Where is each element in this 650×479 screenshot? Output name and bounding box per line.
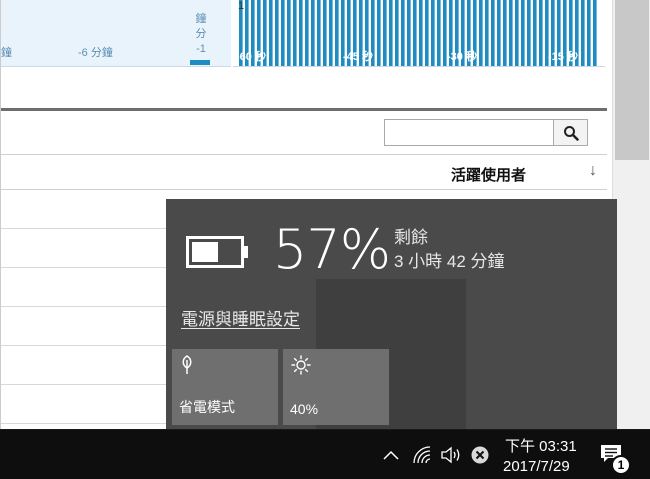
second-bar — [593, 0, 597, 66]
volume-button[interactable] — [440, 444, 462, 466]
second-bar — [317, 0, 321, 66]
clock-time[interactable]: 下午 03:31 — [505, 435, 577, 456]
second-bar — [491, 0, 495, 66]
second-bar — [515, 0, 519, 66]
second-bar — [533, 0, 537, 66]
brightness-label: 40% — [290, 401, 319, 417]
second-bar — [431, 0, 435, 66]
axis-label-minus-6-minutes: -6 分鐘 — [78, 47, 113, 59]
current-minute-bar — [190, 60, 210, 65]
axis-label-45s: -45 秒 — [343, 51, 373, 63]
second-bar — [329, 0, 333, 66]
network-button[interactable] — [412, 444, 432, 466]
second-bar — [335, 0, 339, 66]
wifi-icon — [413, 446, 431, 464]
second-bar — [293, 0, 297, 66]
second-bar — [305, 0, 309, 66]
axis-max-label: 1 — [238, 0, 245, 12]
second-bar — [407, 0, 411, 66]
leaf-icon — [182, 355, 192, 374]
timeline-chart-seconds: 1 -60 秒 -45 秒 -30 秒 -15 秒 — [233, 0, 605, 67]
second-bar — [401, 0, 405, 66]
table-search-input[interactable] — [384, 119, 554, 146]
second-bar — [395, 0, 399, 66]
second-bar — [389, 0, 393, 66]
scrollbar-thumb[interactable] — [615, 0, 649, 160]
second-bar — [539, 0, 543, 66]
battery-icon — [186, 236, 248, 268]
second-bar — [479, 0, 483, 66]
second-bar — [527, 0, 531, 66]
second-bar — [581, 0, 585, 66]
second-bar — [419, 0, 423, 66]
second-bar — [587, 0, 591, 66]
second-bar — [383, 0, 387, 66]
remaining-label: 剩餘 — [394, 228, 428, 247]
second-bar — [323, 0, 327, 66]
battery-status-button[interactable] — [470, 444, 490, 466]
second-bar — [485, 0, 489, 66]
second-bar — [521, 0, 525, 66]
axis-label-60s: -60 秒 — [236, 51, 266, 63]
axis-label-15s: -15 秒 — [548, 51, 578, 63]
second-bar — [287, 0, 291, 66]
brightness-icon — [291, 355, 311, 375]
second-bar — [437, 0, 441, 66]
second-bar — [497, 0, 501, 66]
battery-saver-tile[interactable]: 省電模式 — [172, 349, 278, 425]
page-scrollbar[interactable] — [612, 0, 650, 429]
second-bar — [269, 0, 273, 66]
remaining-time: 3 小時 42 分鐘 — [394, 252, 505, 271]
second-bar — [413, 0, 417, 66]
timeline-chart-minutes: 鐘 -6 分鐘 鐘分 -1 — [1, 0, 231, 67]
battery-error-icon — [471, 446, 489, 464]
table-toolbar — [1, 111, 607, 155]
search-button[interactable] — [553, 119, 588, 146]
battery-saver-label: 省電模式 — [179, 399, 235, 415]
column-header-active-users[interactable]: 活躍使用者 — [451, 164, 526, 185]
sort-descending-icon[interactable]: ↓ — [589, 162, 597, 180]
second-bar — [425, 0, 429, 66]
volume-icon — [441, 446, 460, 464]
brightness-tile[interactable]: 40% — [283, 349, 389, 425]
second-bar — [275, 0, 279, 66]
power-sleep-settings-link[interactable]: 電源與睡眠設定 — [181, 305, 300, 330]
second-bar — [509, 0, 513, 66]
taskbar: 下午 03:31 2017/7/29 1 — [0, 429, 650, 479]
notification-count-badge: 1 — [611, 455, 631, 475]
second-bar — [311, 0, 315, 66]
axis-label-minutes-partial: 鐘 — [1, 47, 12, 59]
second-bar — [503, 0, 507, 66]
axis-label-30s: -30 秒 — [447, 51, 477, 63]
chevron-up-icon — [383, 450, 399, 460]
second-bar — [377, 0, 381, 66]
battery-percentage: 57% — [273, 218, 391, 281]
search-icon — [563, 125, 579, 141]
clock-date[interactable]: 2017/7/29 — [503, 458, 570, 475]
table-header: 活躍使用者 ↓ — [1, 155, 607, 190]
second-bar — [281, 0, 285, 66]
battery-flyout: 57% 剩餘 3 小時 42 分鐘 電源與睡眠設定 省電模式 40% — [166, 199, 617, 429]
second-bar — [299, 0, 303, 66]
show-hidden-icons-button[interactable] — [382, 444, 400, 466]
axis-label-minus-1-minute: 鐘分 -1 — [195, 13, 207, 55]
